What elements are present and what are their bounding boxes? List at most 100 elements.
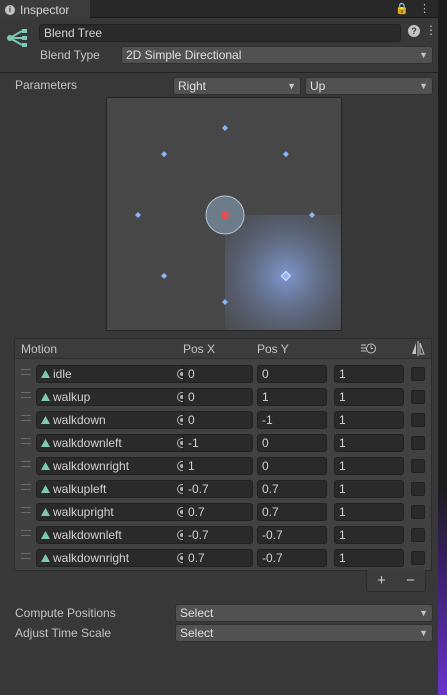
mirror-checkbox[interactable]	[411, 367, 425, 381]
pos-x-input[interactable]: -0.7	[183, 480, 253, 498]
drag-handle-icon[interactable]	[21, 530, 31, 536]
compute-positions-dropdown[interactable]: Select ▼	[175, 604, 433, 622]
pos-y-input[interactable]: 0.7	[257, 480, 327, 498]
divider	[0, 72, 438, 73]
tab-title: Inspector	[20, 3, 70, 17]
pos-x-input[interactable]: 0	[183, 365, 253, 383]
animation-clip-icon	[41, 393, 50, 401]
mirror-checkbox[interactable]	[411, 528, 425, 542]
mirror-checkbox[interactable]	[411, 413, 425, 427]
table-row: walkdownleft -0.7 -0.7 1	[15, 524, 431, 547]
motion-name: walkdownright	[53, 459, 130, 473]
speed-input[interactable]: 1	[334, 365, 404, 383]
add-motion-button[interactable]: +	[377, 572, 386, 589]
speed-input[interactable]: 1	[334, 480, 404, 498]
speed-input[interactable]: 1	[334, 457, 404, 475]
motion-point[interactable]	[282, 151, 289, 158]
pos-y-input[interactable]: 0	[257, 365, 327, 383]
motion-point[interactable]	[135, 212, 141, 218]
motion-field[interactable]: walkdownleft	[36, 434, 192, 452]
pos-x-input[interactable]: 0	[183, 411, 253, 429]
pos-y-input[interactable]: -0.7	[257, 526, 327, 544]
drag-handle-icon[interactable]	[21, 507, 31, 513]
pos-y-input[interactable]: 0.7	[257, 503, 327, 521]
tab-inspector[interactable]: i Inspector	[0, 0, 90, 18]
param-y-dropdown[interactable]: Up ▼	[305, 77, 433, 95]
pos-y-input[interactable]: 0	[257, 457, 327, 475]
speed-clock-icon	[361, 343, 376, 354]
animation-clip-icon	[41, 485, 50, 493]
motion-name: walkdownleft	[53, 436, 122, 450]
help-icon[interactable]: ?	[408, 25, 420, 37]
drag-handle-icon[interactable]	[21, 438, 31, 444]
animation-clip-icon	[41, 554, 50, 562]
pos-y-input[interactable]: 0	[257, 434, 327, 452]
speed-input[interactable]: 1	[334, 526, 404, 544]
mirror-checkbox[interactable]	[411, 390, 425, 404]
table-row: walkupright 0.7 0.7 1	[15, 501, 431, 524]
speed-input[interactable]: 1	[334, 434, 404, 452]
motion-point[interactable]	[161, 272, 168, 279]
adjust-time-scale-dropdown[interactable]: Select ▼	[175, 624, 433, 642]
blend-graph[interactable]	[107, 98, 342, 331]
lock-icon[interactable]: 🔒	[395, 2, 409, 15]
motion-field[interactable]: walkdownleft	[36, 526, 192, 544]
pos-x-input[interactable]: 1	[183, 457, 253, 475]
speed-input[interactable]: 1	[334, 388, 404, 406]
kebab-menu-icon[interactable]: ⋮	[425, 23, 437, 37]
animation-clip-icon	[41, 370, 50, 378]
motion-point[interactable]	[161, 151, 168, 158]
speed-input[interactable]: 1	[334, 549, 404, 567]
list-footer: + −	[366, 570, 426, 592]
remove-motion-button[interactable]: −	[406, 572, 415, 589]
mirror-checkbox[interactable]	[411, 551, 425, 565]
motion-field[interactable]: walkup	[36, 388, 192, 406]
motion-field[interactable]: idle	[36, 365, 192, 383]
speed-input[interactable]: 1	[334, 503, 404, 521]
drag-handle-icon[interactable]	[21, 553, 31, 559]
blend-current-point[interactable]	[221, 211, 229, 219]
motion-field[interactable]: walkdownright	[36, 549, 192, 567]
motion-field[interactable]: walkdown	[36, 411, 192, 429]
motion-name: idle	[53, 367, 72, 381]
pos-x-input[interactable]: 0	[183, 388, 253, 406]
pos-x-input[interactable]: -0.7	[183, 526, 253, 544]
menu-icon[interactable]: ⋮	[419, 2, 430, 15]
mirror-checkbox[interactable]	[411, 436, 425, 450]
animation-clip-icon	[41, 439, 50, 447]
pos-y-input[interactable]: -1	[257, 411, 327, 429]
drag-handle-icon[interactable]	[21, 369, 31, 375]
table-row: walkdownright 1 0 1	[15, 455, 431, 478]
pos-y-input[interactable]: 1	[257, 388, 327, 406]
motion-point[interactable]	[222, 125, 228, 131]
table-row: walkdownleft -1 0 1	[15, 432, 431, 455]
chevron-down-icon: ▼	[419, 608, 428, 618]
blend-tree-icon	[7, 29, 27, 47]
motion-table: Motion Pos X Pos Y idle 0 0 1 walkup 0 1…	[14, 338, 432, 571]
mirror-checkbox[interactable]	[411, 459, 425, 473]
table-row: walkdown 0 -1 1	[15, 409, 431, 432]
adjust-time-scale-value: Select	[180, 626, 214, 640]
blend-visualization[interactable]	[106, 97, 342, 331]
param-x-dropdown[interactable]: Right ▼	[173, 77, 301, 95]
mirror-checkbox[interactable]	[411, 505, 425, 519]
motion-field[interactable]: walkupleft	[36, 480, 192, 498]
blend-type-dropdown[interactable]: 2D Simple Directional ▼	[121, 46, 433, 64]
speed-input[interactable]: 1	[334, 411, 404, 429]
pos-x-input[interactable]: 0.7	[183, 549, 253, 567]
pos-x-input[interactable]: 0.7	[183, 503, 253, 521]
chevron-down-icon: ▼	[419, 628, 428, 638]
drag-handle-icon[interactable]	[21, 415, 31, 421]
mirror-checkbox[interactable]	[411, 482, 425, 496]
drag-handle-icon[interactable]	[21, 461, 31, 467]
drag-handle-icon[interactable]	[21, 392, 31, 398]
side-strip	[438, 0, 447, 695]
drag-handle-icon[interactable]	[21, 484, 31, 490]
pos-x-input[interactable]: -1	[183, 434, 253, 452]
motion-field[interactable]: walkupright	[36, 503, 192, 521]
motion-field[interactable]: walkdownright	[36, 457, 192, 475]
blend-tree-name-input[interactable]: Blend Tree	[39, 24, 401, 42]
pos-y-input[interactable]: -0.7	[257, 549, 327, 567]
motion-name: walkdownright	[53, 551, 130, 565]
table-header: Motion Pos X Pos Y	[15, 339, 431, 359]
